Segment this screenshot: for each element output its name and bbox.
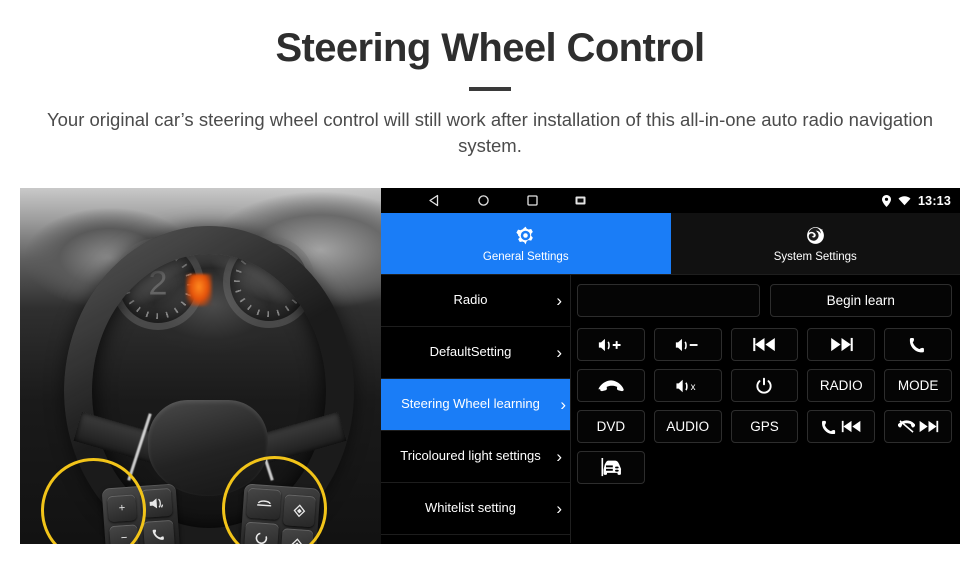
svg-text:x: x (690, 382, 695, 393)
wifi-icon (898, 195, 911, 206)
previous-track-button[interactable] (730, 328, 799, 361)
android-status-icons: 13:13 (882, 194, 951, 208)
chevron-right-icon: › (560, 394, 566, 414)
next-icon (830, 337, 853, 352)
chevron-right-icon: › (556, 342, 562, 362)
tab-label: System Settings (773, 250, 857, 263)
settings-menu: Radio › DefaultSetting › Steering Wheel … (381, 275, 571, 543)
settings-body: Radio › DefaultSetting › Steering Wheel … (381, 275, 960, 543)
phone-wheel-key (142, 519, 176, 544)
grid-empty-slot (884, 451, 952, 484)
recents-icon[interactable] (526, 194, 539, 207)
function-button-grid: x RADIO MODE DVD AUDIO GPS (577, 328, 952, 484)
grid-empty-slot (731, 451, 799, 484)
call-previous-button[interactable] (807, 410, 876, 443)
android-status-bar: 13:13 (381, 188, 960, 213)
call-answer-button[interactable] (884, 328, 952, 361)
voice-icon (149, 497, 163, 508)
speaker-plus-icon (598, 338, 621, 351)
hangup-next-button[interactable] (884, 410, 952, 443)
page-subtitle: Your original car’s steering wheel contr… (46, 108, 934, 157)
menu-item-label: Steering Wheel learning (401, 396, 540, 412)
menu-item-tricoloured-light-settings[interactable]: Tricoloured light settings › (381, 431, 570, 483)
screenshot-icon[interactable] (575, 195, 586, 206)
system-swirl-icon (805, 225, 826, 246)
dvd-button[interactable]: DVD (577, 410, 645, 443)
menu-item-label: Radio (453, 292, 488, 308)
figure-panel: 2 + − 13:13 General Settings System Sett… (20, 188, 960, 544)
power-icon (756, 377, 773, 394)
previous-icon (753, 337, 775, 352)
call-hangup-button[interactable] (577, 369, 645, 402)
title-divider (469, 86, 511, 91)
menu-item-radio[interactable]: Radio › (381, 275, 570, 327)
next-icon (919, 420, 938, 433)
grid-empty-slot (807, 451, 875, 484)
power-button[interactable] (730, 369, 799, 402)
car-front-icon (601, 458, 621, 477)
mode-button[interactable]: MODE (884, 369, 952, 402)
car-info-button[interactable] (577, 451, 645, 484)
grid-empty-slot (654, 451, 722, 484)
phone-hangup-icon (897, 420, 915, 433)
phone-icon (152, 529, 164, 540)
status-clock: 13:13 (918, 193, 951, 208)
tab-label: General Settings (482, 250, 569, 263)
volume-down-button[interactable] (653, 328, 722, 361)
menu-item-steering-wheel-learning[interactable]: Steering Wheel learning › (381, 379, 570, 431)
learn-input[interactable] (577, 284, 760, 317)
begin-learn-button[interactable]: Begin learn (769, 284, 952, 317)
page-title: Steering Wheel Control (275, 26, 705, 70)
chevron-right-icon: › (556, 498, 562, 518)
android-nav-buttons (390, 194, 586, 207)
menu-item-label: Whitelist setting (424, 500, 517, 516)
head-unit-screen: 13:13 General Settings System Settings R… (381, 188, 960, 544)
phone-icon (821, 420, 835, 434)
phone-icon (909, 337, 925, 352)
mute-button[interactable]: x (653, 369, 722, 402)
tab-system-settings[interactable]: System Settings (670, 213, 960, 274)
menu-item-whitelist-setting[interactable]: Whitelist setting › (381, 483, 570, 535)
gear-icon (515, 225, 536, 246)
gps-button[interactable]: GPS (730, 410, 799, 443)
home-icon[interactable] (477, 194, 490, 207)
steering-wheel-photo: 2 + − (20, 188, 381, 544)
chevron-right-icon: › (556, 290, 562, 310)
speaker-minus-icon (675, 338, 698, 351)
audio-button[interactable]: AUDIO (653, 410, 722, 443)
volume-up-button[interactable] (577, 328, 645, 361)
menu-item-label: DefaultSetting (429, 344, 512, 360)
steering-wheel-learning-panel: Begin learn x RADIO MODE DVD AUDIO GPS (571, 275, 960, 543)
settings-tabs: General Settings System Settings (381, 213, 960, 275)
chevron-right-icon: › (556, 446, 562, 466)
next-track-button[interactable] (807, 328, 876, 361)
speaker-mute-icon: x (676, 379, 695, 393)
phone-hangup-icon (598, 379, 624, 391)
previous-icon (841, 420, 861, 433)
learn-toolbar: Begin learn (577, 284, 952, 317)
header: Steering Wheel Control Your original car… (0, 0, 980, 159)
menu-item-default-setting[interactable]: DefaultSetting › (381, 327, 570, 379)
page-root: Steering Wheel Control Your original car… (0, 0, 980, 562)
location-icon (882, 194, 892, 207)
menu-item-label: Tricoloured light settings (400, 448, 541, 464)
back-icon[interactable] (428, 194, 441, 207)
tab-general-settings[interactable]: General Settings (381, 213, 671, 274)
radio-button[interactable]: RADIO (807, 369, 876, 402)
